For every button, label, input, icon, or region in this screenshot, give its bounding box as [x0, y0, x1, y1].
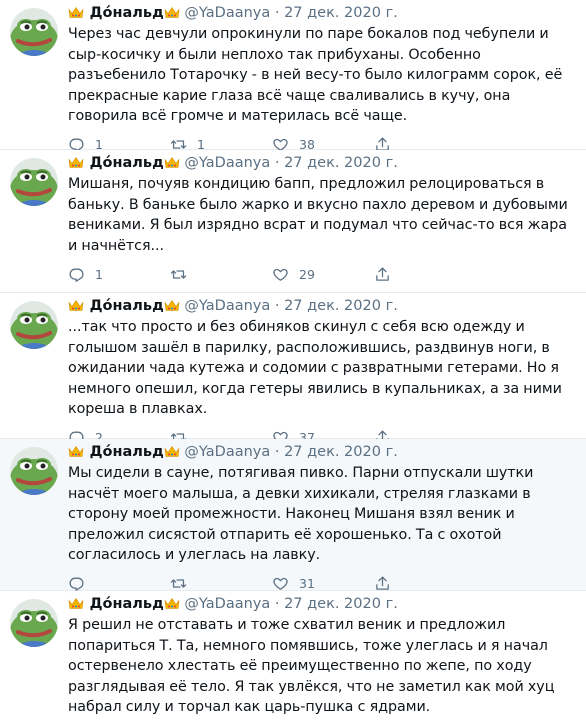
share-button[interactable]	[374, 266, 476, 283]
author-handle[interactable]: @YaDaanya	[184, 596, 270, 612]
author-name[interactable]: До́нальд	[90, 444, 164, 460]
like-button[interactable]: 29	[272, 266, 374, 283]
crown-icon	[68, 154, 84, 176]
separator: ·	[274, 596, 280, 612]
tweet-text: Мишаня, почуяв кондицию бапп, предложил …	[68, 176, 568, 254]
author-name[interactable]: До́нальд	[90, 155, 164, 171]
tweet-date[interactable]: 27 дек. 2020 г.	[284, 596, 398, 612]
reply-icon	[68, 575, 85, 592]
avatar[interactable]	[10, 158, 58, 206]
author-name[interactable]: До́нальд	[90, 596, 164, 612]
tweet-header: До́нальд @YaDaanya · 27 дек. 2020 г.	[68, 293, 578, 317]
tweet-date[interactable]: 27 дек. 2020 г.	[284, 298, 398, 314]
share-button[interactable]	[374, 575, 476, 592]
tweet[interactable]: До́нальд @YaDaanya · 27 дек. 2020 г. Мы …	[0, 439, 586, 591]
like-button[interactable]: 31	[272, 575, 374, 592]
share-icon	[374, 575, 391, 592]
tweet-date[interactable]: 27 дек. 2020 г.	[284, 444, 398, 460]
author-name[interactable]: До́нальд	[90, 5, 164, 21]
tweet-header: До́нальд @YaDaanya · 27 дек. 2020 г.	[68, 150, 578, 174]
author-handle[interactable]: @YaDaanya	[184, 444, 270, 460]
reply-button[interactable]	[68, 575, 170, 592]
like-count: 31	[299, 576, 315, 591]
tweet[interactable]: До́нальд @YaDaanya · 27 дек. 2020 г. ...…	[0, 293, 586, 439]
like-icon	[272, 266, 289, 283]
retweet-button[interactable]	[170, 575, 272, 592]
tweet[interactable]: До́нальд @YaDaanya · 27 дек. 2020 г. Миш…	[0, 150, 586, 293]
tweet-date[interactable]: 27 дек. 2020 г.	[284, 155, 398, 171]
author-handle[interactable]: @YaDaanya	[184, 298, 270, 314]
retweet-icon	[170, 266, 187, 283]
separator: ·	[274, 444, 280, 460]
avatar[interactable]	[10, 301, 58, 349]
tweet-header: До́нальд @YaDaanya · 27 дек. 2020 г.	[68, 0, 578, 24]
share-icon	[374, 266, 391, 283]
avatar[interactable]	[10, 8, 58, 56]
tweet-date[interactable]: 27 дек. 2020 г.	[284, 5, 398, 21]
crown-icon	[68, 4, 84, 26]
author-handle[interactable]: @YaDaanya	[184, 5, 270, 21]
tweet-text: Я решил не отставать и тоже схватил вени…	[68, 617, 555, 715]
tweet-header: До́нальд @YaDaanya · 27 дек. 2020 г.	[68, 439, 578, 463]
crown-icon	[68, 595, 84, 617]
tweet[interactable]: До́нальд @YaDaanya · 27 дек. 2020 г. Я р…	[0, 591, 586, 728]
like-icon	[272, 575, 289, 592]
crown-icon	[164, 297, 180, 319]
crown-icon	[68, 297, 84, 319]
avatar[interactable]	[10, 447, 58, 495]
author-handle[interactable]: @YaDaanya	[184, 155, 270, 171]
like-count: 29	[299, 266, 315, 282]
tweet-text: Мы сидели в сауне, потягивая пивко. Парн…	[68, 465, 534, 563]
tweet-text: Через час девчули опрокинули по паре бок…	[68, 26, 563, 124]
crown-icon	[164, 595, 180, 617]
tweet[interactable]: До́нальд @YaDaanya · 27 дек. 2020 г. Чер…	[0, 0, 586, 150]
retweet-button[interactable]	[170, 266, 272, 283]
retweet-icon	[170, 575, 187, 592]
reply-count: 1	[95, 266, 103, 282]
avatar[interactable]	[10, 599, 58, 647]
tweet-thread: До́нальд @YaDaanya · 27 дек. 2020 г. Чер…	[0, 0, 586, 728]
crown-icon	[164, 154, 180, 176]
separator: ·	[274, 5, 280, 21]
separator: ·	[274, 155, 280, 171]
author-name[interactable]: До́нальд	[90, 298, 164, 314]
tweet-text: ...так что просто и без обиняков скинул …	[68, 319, 562, 417]
reply-icon	[68, 266, 85, 283]
reply-button[interactable]: 1	[68, 266, 170, 283]
crown-icon	[164, 4, 180, 26]
tweet-actions: 1 29	[68, 260, 578, 288]
crown-icon	[164, 443, 180, 465]
separator: ·	[274, 298, 280, 314]
tweet-header: До́нальд @YaDaanya · 27 дек. 2020 г.	[68, 591, 578, 615]
crown-icon	[68, 443, 84, 465]
